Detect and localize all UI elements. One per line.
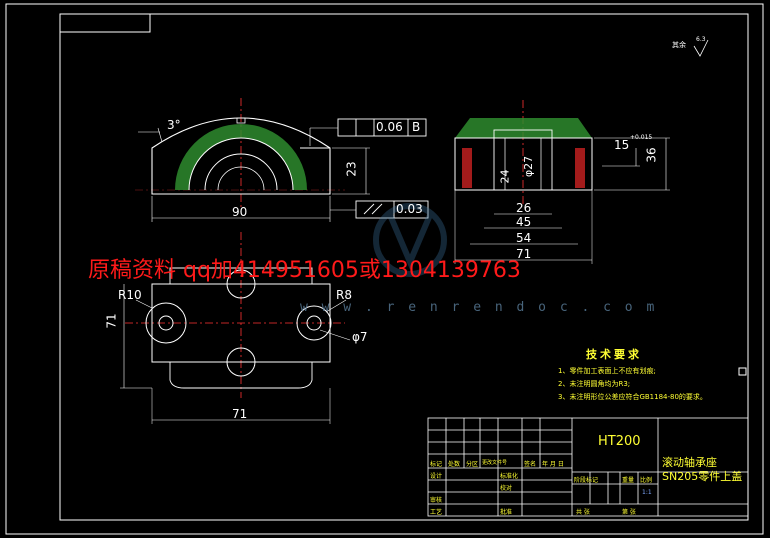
- dim-54: 54: [516, 231, 532, 245]
- part-name-line2: SN205零件上盖: [662, 470, 743, 483]
- tb-label: 校对: [500, 485, 513, 492]
- dim-27: φ27: [522, 155, 536, 178]
- material-label: HT200: [598, 434, 641, 449]
- dim-phi7: φ7: [352, 330, 368, 344]
- requirement-item: 2、未注明圆角均为R3;: [558, 380, 631, 388]
- tb-label: 第 张: [622, 509, 636, 516]
- dim-24: 24: [498, 169, 512, 184]
- dim-parallel-value: 0.03: [396, 202, 423, 216]
- requirement-item: 1、零件加工表面上不应有划痕;: [558, 367, 656, 375]
- tb-label: 工艺: [430, 509, 443, 516]
- tb-label: 标准化: [500, 473, 519, 480]
- tb-label: 阶段标记: [574, 477, 599, 484]
- tb-label: 批准: [500, 509, 513, 516]
- tb-label: 审核: [430, 497, 443, 504]
- dim-15-tol: +0.015: [630, 134, 653, 141]
- dim-36: 36: [644, 147, 659, 163]
- requirements-title: 技术要求: [586, 348, 642, 361]
- dim-tolerance-datum: B: [412, 120, 421, 134]
- tb-label: 处数: [448, 461, 461, 468]
- dim-26: 26: [516, 201, 532, 215]
- dim-71-left: 71: [104, 313, 119, 329]
- tb-label: 比例: [640, 477, 653, 484]
- tb-scale: 1:1: [642, 489, 652, 496]
- tb-label: 分区: [466, 461, 479, 468]
- tb-label: 共 张: [576, 509, 590, 516]
- watermark-url: w w w . r e n r e n d o c . c o m: [300, 300, 658, 315]
- watermark-text: 原稿资料 qq加414951605或1304139763: [88, 258, 521, 283]
- dim-height-23: 23: [344, 161, 359, 177]
- tb-label: 重量: [622, 477, 635, 484]
- tb-label: 标记: [430, 461, 443, 468]
- dim-angle: 3°: [167, 118, 181, 132]
- tb-label: 年 月 日: [542, 461, 564, 468]
- dim-r10: R10: [118, 288, 142, 302]
- tb-label: 设计: [430, 473, 443, 480]
- dim-15: 15: [614, 138, 630, 152]
- dim-45: 45: [516, 215, 532, 229]
- dim-71-bottom: 71: [232, 407, 248, 421]
- tb-label: 签名: [524, 461, 537, 468]
- requirement-item: 3、未注明形位公差应符合GB1184-80的要求。: [558, 393, 707, 401]
- dim-width-90: 90: [232, 205, 248, 219]
- tb-label: 更改文件号: [482, 460, 508, 466]
- dim-tolerance-value: 0.06: [376, 120, 403, 134]
